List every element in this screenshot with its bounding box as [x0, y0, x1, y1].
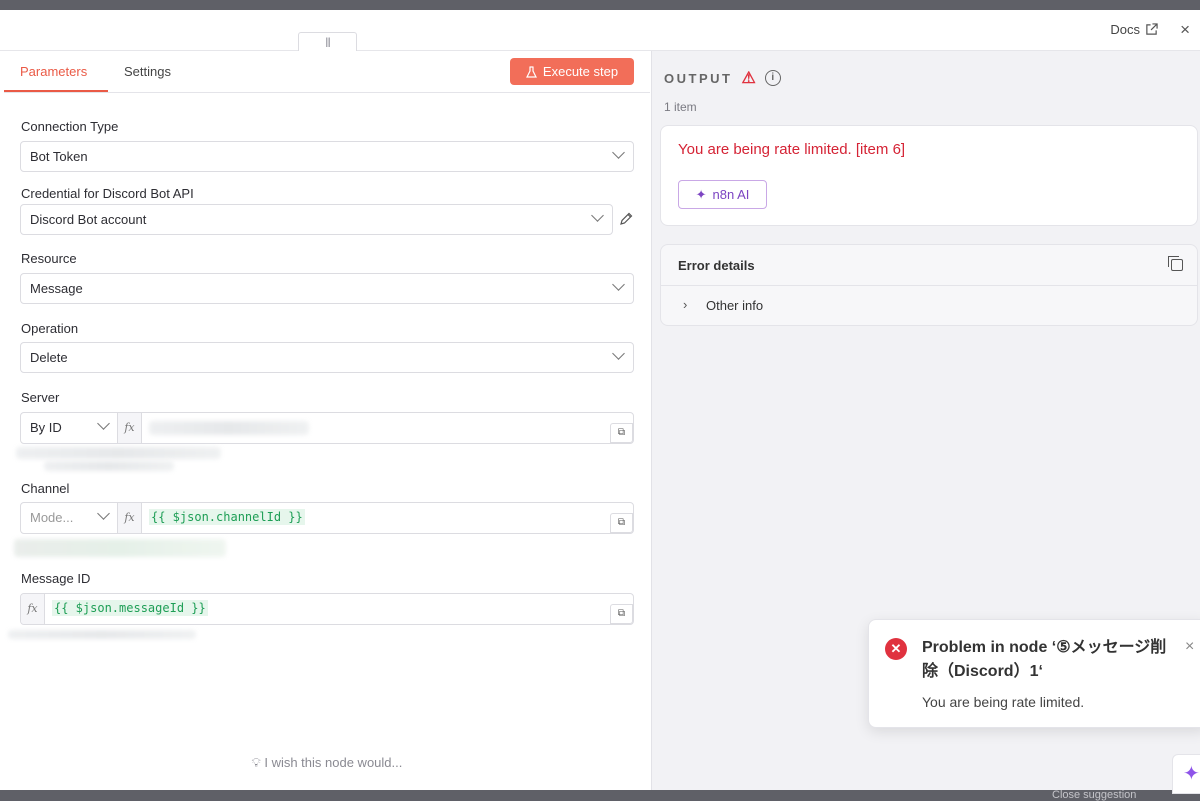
feedback-text: I wish this node would...	[264, 755, 403, 770]
error-toast: ✕ Problem in node ‘⑤メッセージ削除（Discord）1‘ Y…	[868, 619, 1200, 728]
channel-mode-select[interactable]: Mode...	[21, 503, 118, 533]
error-details-card: Error details › Other info	[660, 244, 1198, 326]
error-details-header: Error details	[661, 245, 1197, 286]
docs-link[interactable]: Docs	[1110, 22, 1158, 37]
resource-value: Message	[30, 281, 83, 296]
edit-credential-icon[interactable]	[618, 211, 636, 229]
execute-step-label: Execute step	[542, 64, 619, 79]
close-suggestion-text: Close suggestion	[1052, 789, 1137, 801]
parameters-pane: Parameters Settings Execute step Connect…	[4, 51, 650, 790]
output-header: OUTPUT ⚠ i	[664, 68, 781, 88]
chevron-down-icon	[97, 417, 110, 430]
chevron-down-icon	[591, 209, 604, 222]
close-panel-button[interactable]: ×	[1180, 20, 1190, 40]
connection-type-label: Connection Type	[21, 119, 119, 134]
message-id-field[interactable]: fx {{ $json.messageId }} ⧉	[20, 593, 634, 625]
fx-icon: fx	[118, 503, 142, 533]
warning-icon: ⚠	[741, 70, 756, 87]
resource-label: Resource	[21, 251, 77, 266]
active-tab-indicator	[4, 90, 108, 92]
server-field[interactable]: By ID fx ⧉	[20, 412, 634, 444]
flask-icon	[525, 65, 537, 78]
credential-label: Credential for Discord Bot API	[21, 186, 194, 201]
execute-step-button[interactable]: Execute step	[510, 58, 634, 85]
credential-select[interactable]: Discord Bot account	[20, 204, 613, 235]
operation-select[interactable]: Delete	[20, 342, 634, 373]
channel-field[interactable]: Mode... fx {{ $json.channelId }} ⧉	[20, 502, 634, 534]
panel-topbar: ||| Docs ×	[0, 10, 1200, 52]
tab-parameters[interactable]: Parameters	[20, 64, 87, 79]
redacted-hint	[14, 539, 226, 557]
chevron-down-icon	[612, 146, 625, 159]
connection-type-value: Bot Token	[30, 149, 88, 164]
operation-value: Delete	[30, 350, 68, 365]
message-id-label: Message ID	[21, 571, 91, 586]
chevron-down-icon	[612, 278, 625, 291]
ask-ai-label: n8n AI	[712, 187, 750, 202]
output-title: OUTPUT	[664, 70, 733, 86]
channel-label: Channel	[21, 481, 70, 496]
error-message: You are being rate limited. [item 6]	[678, 141, 906, 158]
drag-handle[interactable]: |||	[298, 32, 357, 52]
ask-ai-button[interactable]: ✦ n8n AI	[678, 180, 767, 209]
error-details-title: Error details	[678, 258, 755, 273]
server-label: Server	[21, 390, 60, 405]
toast-close-button[interactable]: ×	[1185, 638, 1194, 656]
operation-label: Operation	[21, 321, 79, 336]
fx-icon: fx	[118, 413, 142, 443]
docs-label: Docs	[1110, 22, 1140, 37]
feedback-link[interactable]: 💡︎ I wish this node would...	[4, 755, 650, 771]
fx-icon: fx	[21, 594, 45, 624]
redacted-value	[149, 421, 309, 435]
server-mode-value: By ID	[30, 420, 62, 435]
other-info-toggle[interactable]: Other info	[706, 298, 763, 313]
copy-icon[interactable]	[1168, 256, 1183, 271]
info-icon[interactable]: i	[764, 70, 781, 86]
ai-assistant-button[interactable]: ✦	[1172, 754, 1200, 794]
message-id-expression[interactable]: {{ $json.messageId }}	[52, 600, 208, 616]
external-link-icon	[1146, 23, 1158, 35]
toast-message: You are being rate limited.	[922, 694, 1085, 710]
redacted-hint	[16, 447, 221, 459]
sparkle-icon: ✦	[1183, 763, 1200, 785]
chevron-right-icon[interactable]: ›	[683, 297, 687, 312]
tab-settings[interactable]: Settings	[124, 64, 171, 79]
error-card: You are being rate limited. [item 6] ✦ n…	[660, 125, 1198, 226]
tab-bar: Parameters Settings Execute step	[4, 51, 650, 93]
error-icon: ✕	[885, 638, 907, 660]
credential-value: Discord Bot account	[30, 212, 147, 227]
expand-field-icon[interactable]: ⧉	[610, 604, 633, 624]
sparkle-icon: ✦	[695, 186, 707, 202]
chevron-down-icon	[612, 347, 625, 360]
expand-field-icon[interactable]: ⧉	[610, 513, 633, 533]
chevron-down-icon	[97, 507, 110, 520]
toast-title: Problem in node ‘⑤メッセージ削除（Discord）1‘	[922, 639, 1167, 680]
redacted-hint	[8, 630, 196, 639]
resource-select[interactable]: Message	[20, 273, 634, 304]
expand-field-icon[interactable]: ⧉	[610, 423, 633, 443]
channel-mode-placeholder: Mode...	[30, 510, 74, 525]
connection-type-select[interactable]: Bot Token	[20, 141, 634, 172]
lightbulb-icon: 💡︎	[251, 755, 265, 770]
channel-expression[interactable]: {{ $json.channelId }}	[149, 509, 305, 525]
redacted-hint	[44, 461, 174, 471]
server-mode-select[interactable]: By ID	[21, 413, 118, 443]
item-count: 1 item	[664, 100, 697, 114]
